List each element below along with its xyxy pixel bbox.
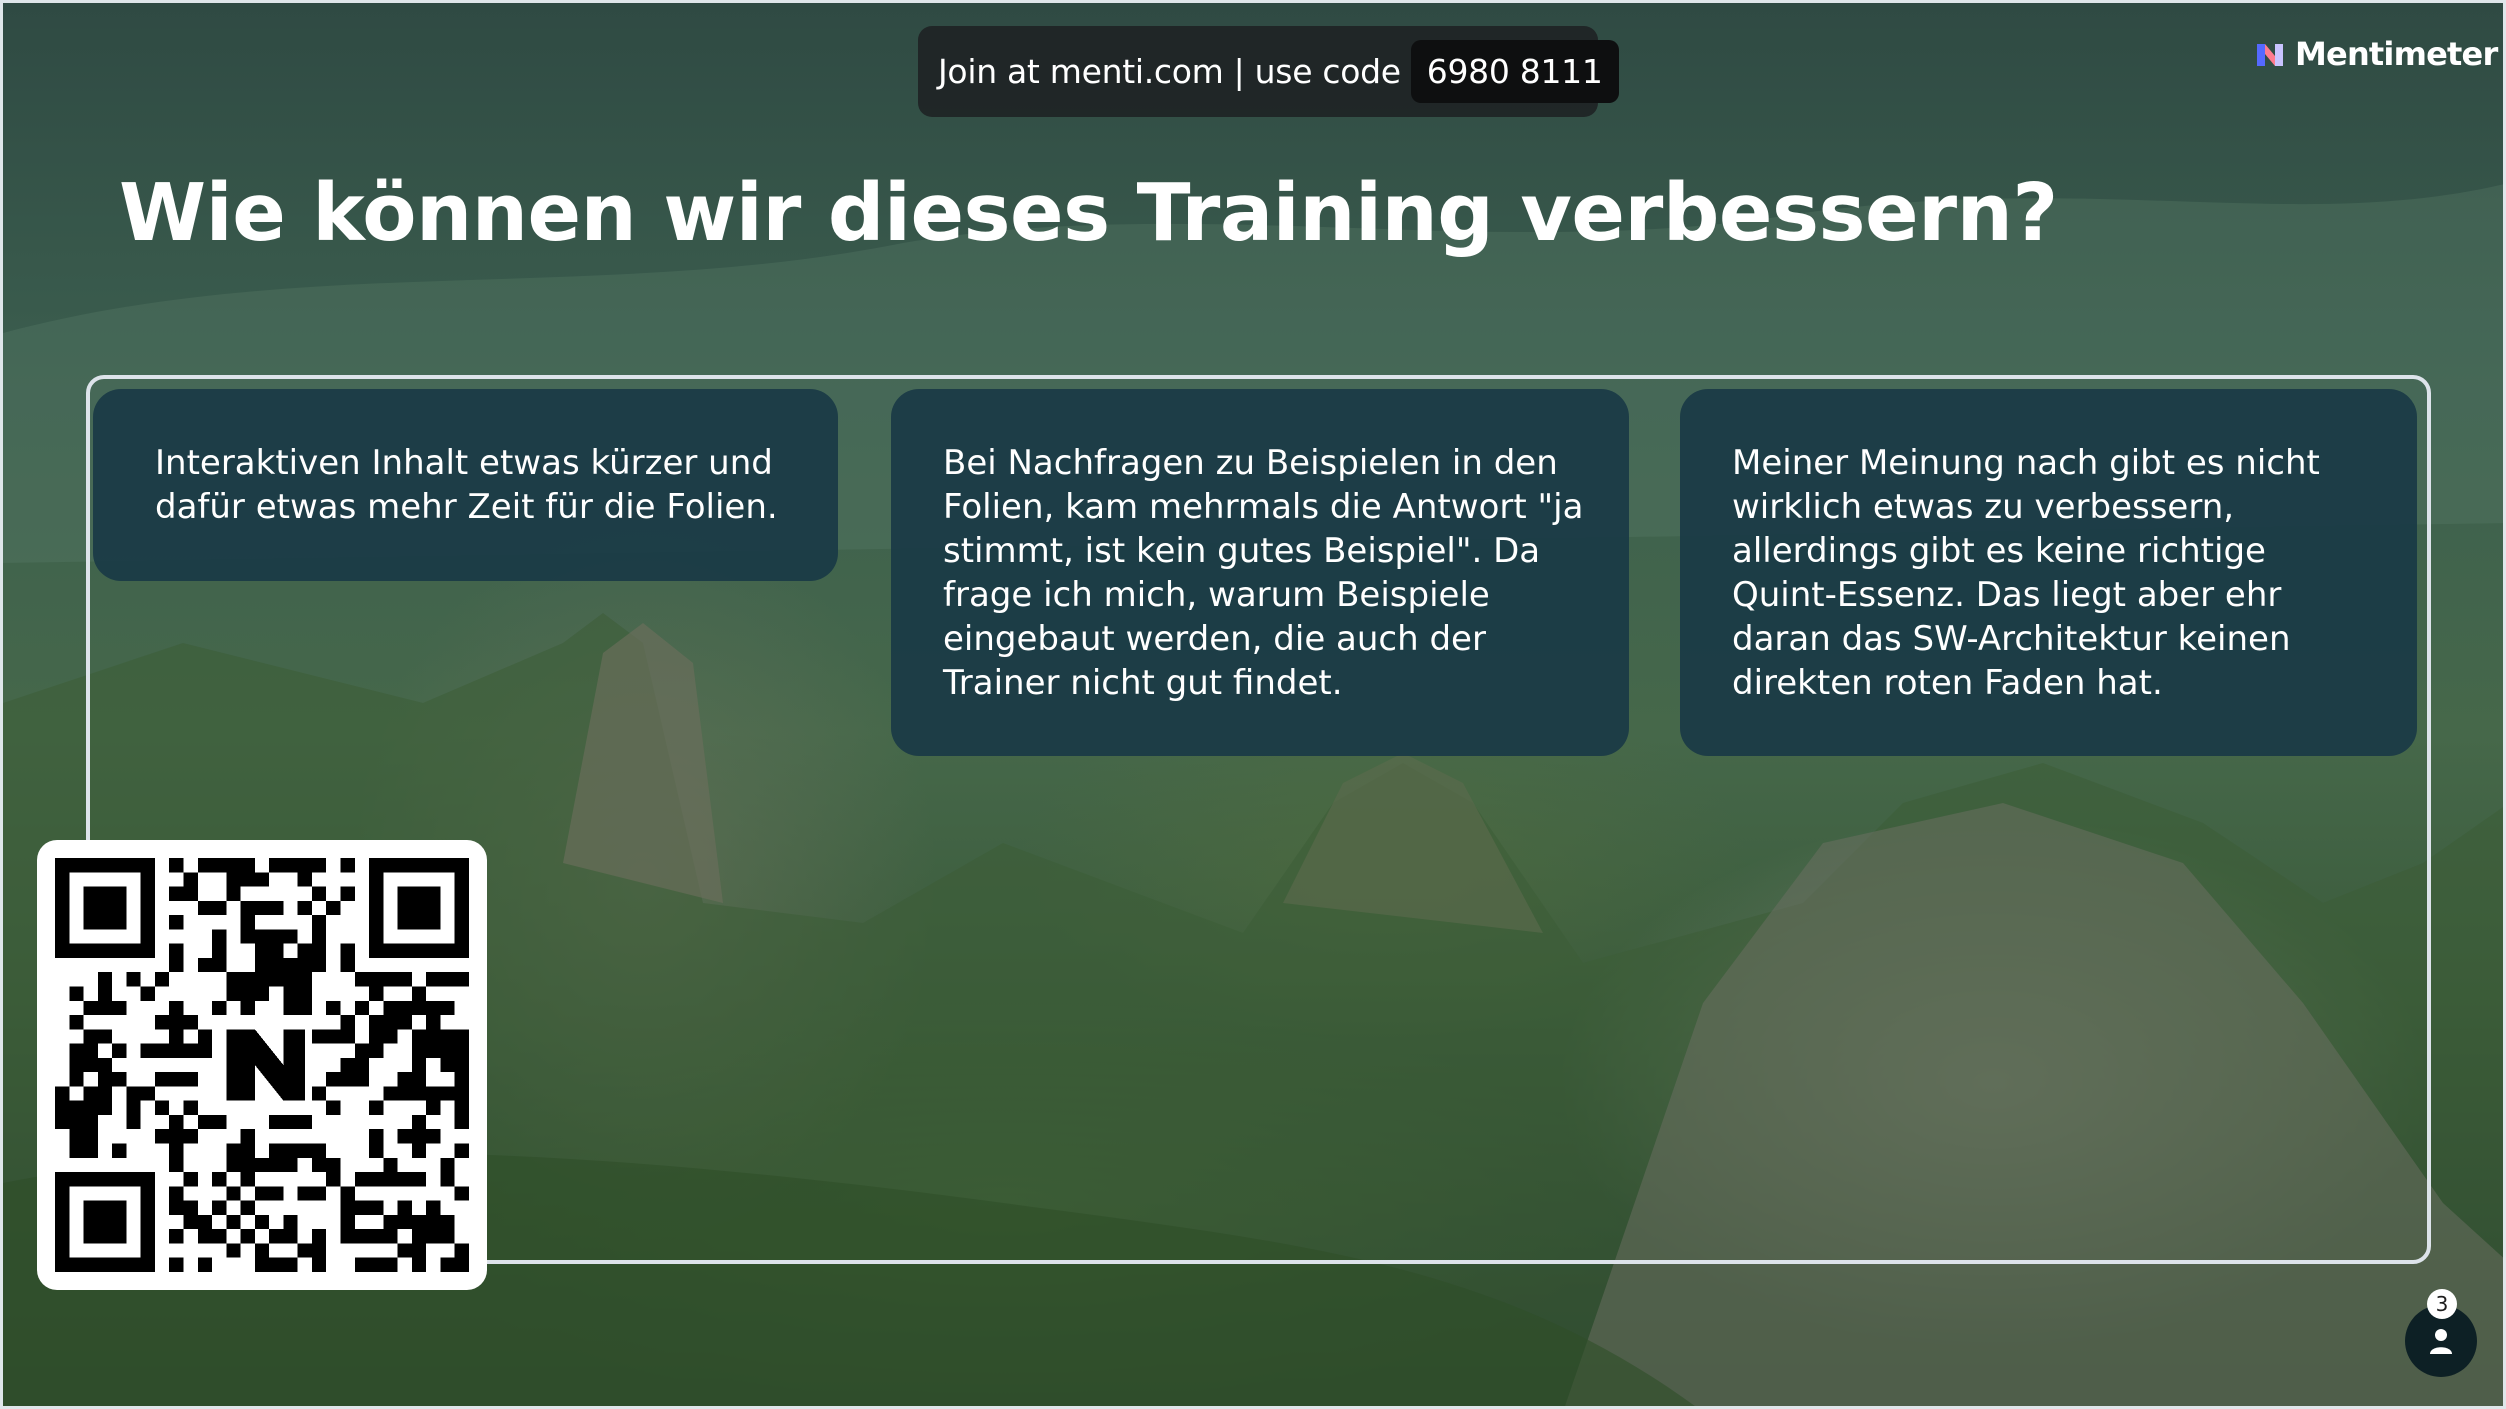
response-text: Bei Nachfragen zu Beispielen in den Foli… bbox=[943, 443, 1584, 703]
participants-indicator[interactable]: 3 bbox=[2405, 1289, 2483, 1377]
join-instructions-text: Join at menti.com | use code bbox=[938, 52, 1401, 91]
participant-count-badge: 3 bbox=[2427, 1289, 2457, 1319]
response-card: Meiner Meinung nach gibt es nicht wirkli… bbox=[1680, 389, 2417, 756]
response-text: Meiner Meinung nach gibt es nicht wirkli… bbox=[1732, 443, 2320, 703]
mentimeter-brand: Mentimeter bbox=[2257, 35, 2498, 73]
qr-code-card[interactable] bbox=[37, 840, 487, 1290]
brand-name: Mentimeter bbox=[2295, 35, 2498, 73]
presentation-slide: Join at menti.com | use code 6980 8111 M… bbox=[0, 0, 2506, 1409]
voting-code: 6980 8111 bbox=[1410, 40, 1619, 103]
response-text: Interaktiven Inhalt etwas kürzer und daf… bbox=[155, 443, 778, 527]
join-instructions-bar: Join at menti.com | use code 6980 8111 bbox=[918, 26, 1619, 117]
question-title: Wie können wir dieses Training verbesser… bbox=[119, 167, 2058, 259]
person-icon bbox=[2430, 1329, 2452, 1354]
response-card: Bei Nachfragen zu Beispielen in den Foli… bbox=[891, 389, 1629, 756]
mentimeter-logo-icon bbox=[2257, 44, 2283, 66]
response-card: Interaktiven Inhalt etwas kürzer und daf… bbox=[93, 389, 838, 581]
qr-code-icon bbox=[55, 858, 469, 1272]
